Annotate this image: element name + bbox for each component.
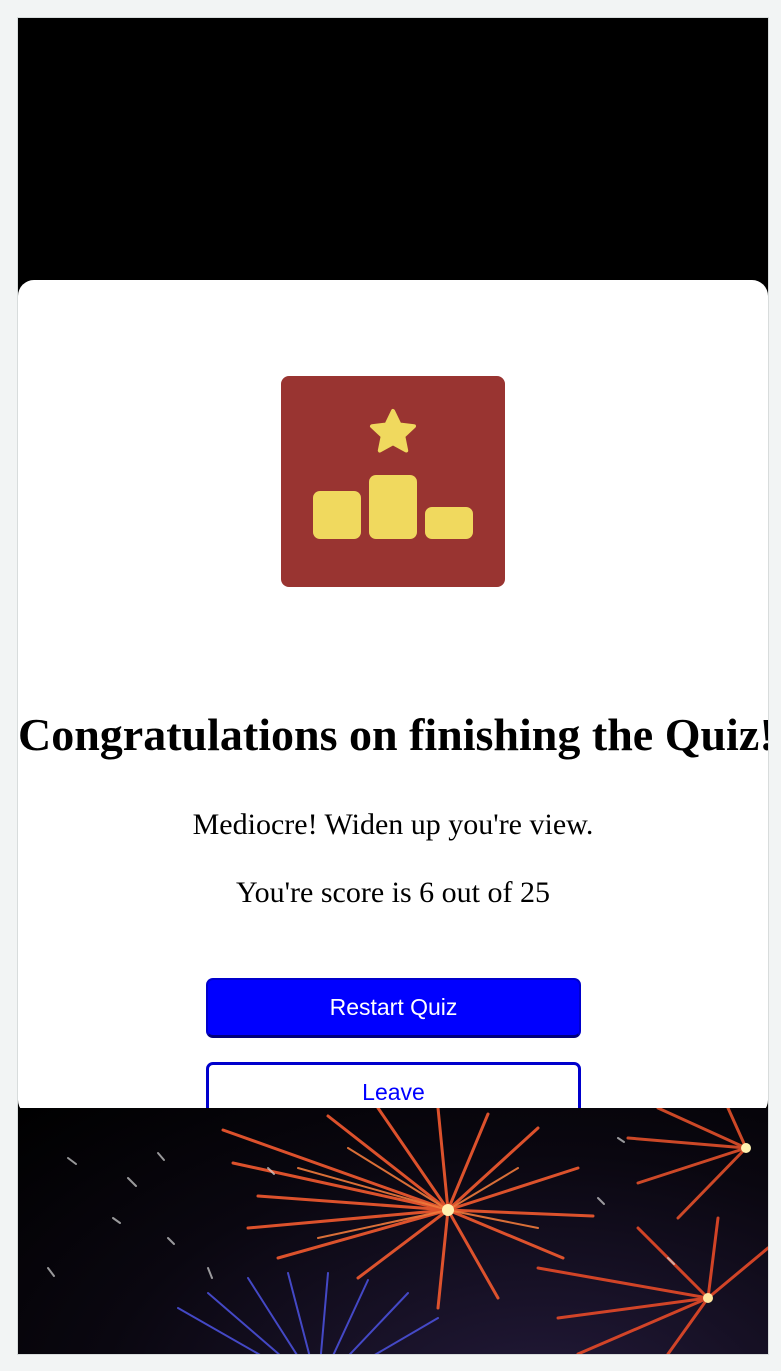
fireworks-background-image <box>18 1108 768 1354</box>
score-text: You're score is 6 out of 25 <box>235 876 550 909</box>
podium-star-icon <box>281 376 505 587</box>
restart-quiz-button[interactable]: Restart Quiz <box>206 978 581 1038</box>
results-card: Congratulations on finishing the Quiz! M… <box>18 280 768 1122</box>
completion-title: Congratulations on finishing the Quiz! <box>18 709 768 760</box>
app-frame: Congratulations on finishing the Quiz! M… <box>18 18 768 1354</box>
score-remark: Mediocre! Widen up you're view. <box>192 808 594 841</box>
